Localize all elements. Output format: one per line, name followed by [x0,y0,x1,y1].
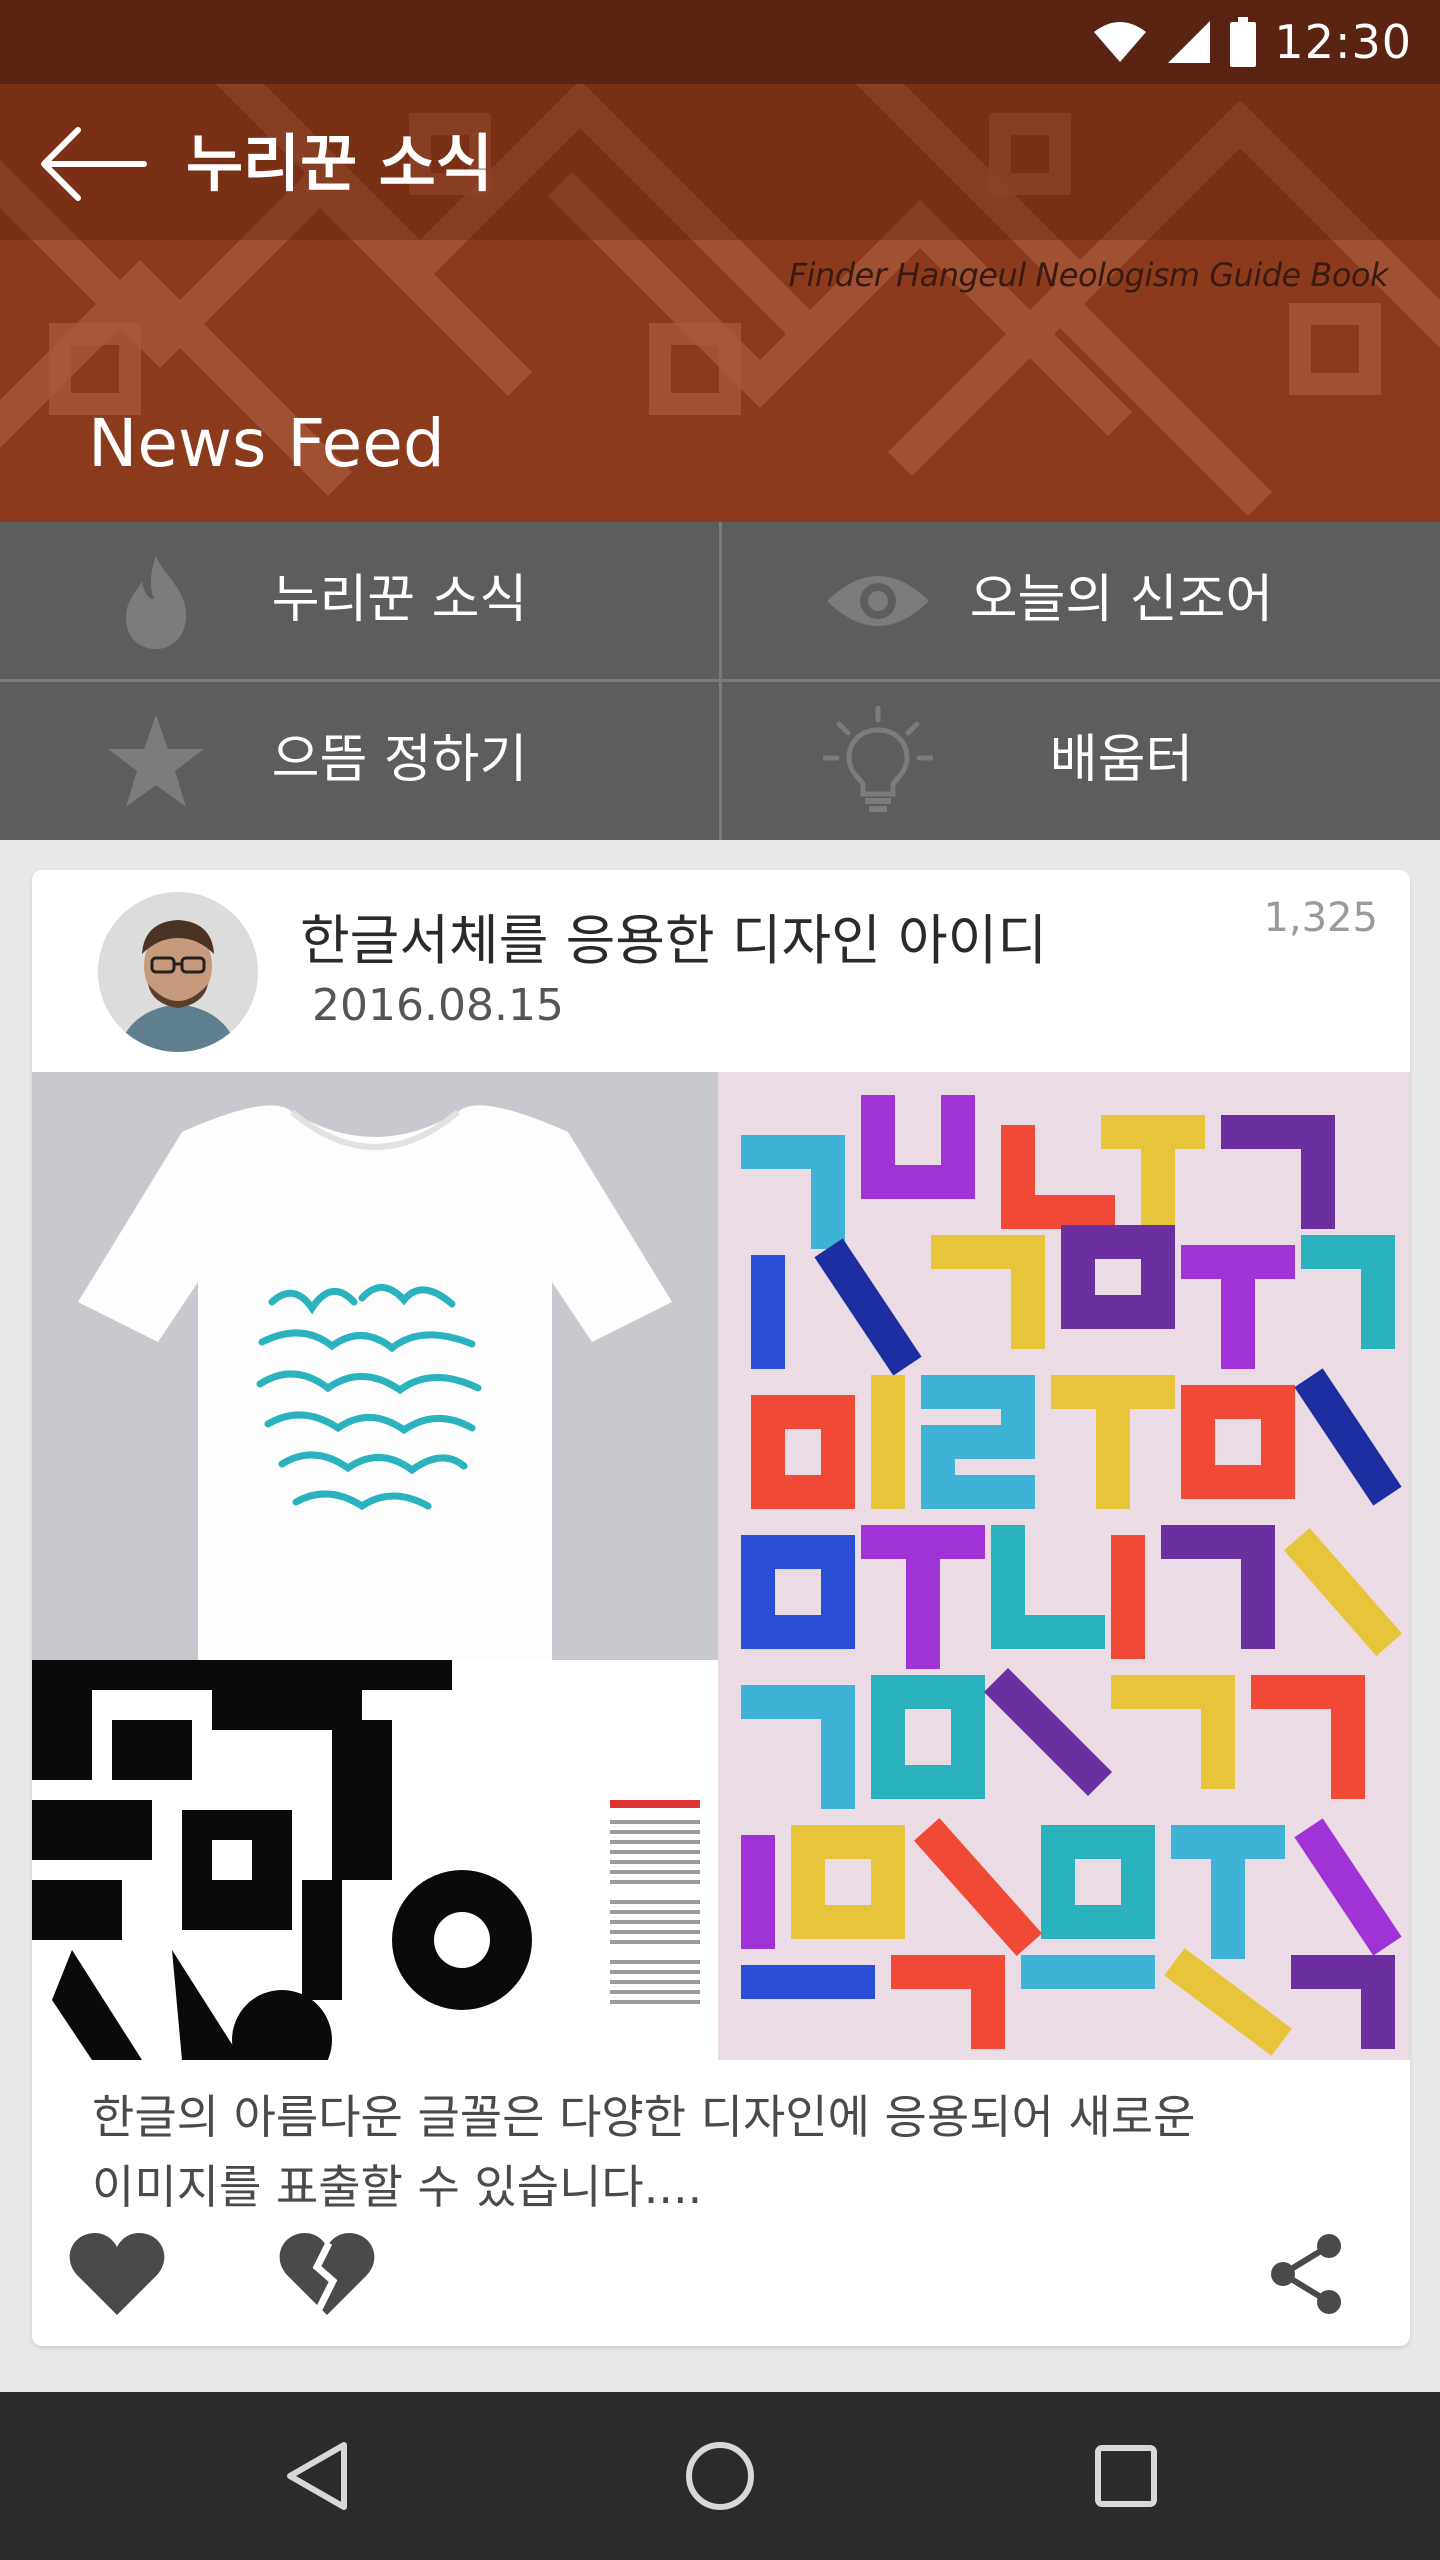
wifi-icon [1094,22,1147,62]
image-collage[interactable] [32,1072,1410,2060]
typography-poster-image[interactable] [718,1072,1410,2060]
status-icons: 12:30 [1092,0,1412,84]
menu-label: 누리꾼 소식 [271,570,528,630]
battery-icon [1230,17,1257,67]
share-icon [1271,2234,1341,2314]
menu-item-vote-best[interactable]: 으뜸 정하기 [0,682,719,839]
back-triangle-icon [287,2442,347,2510]
status-bar: 12:30 [0,0,1440,84]
menu-item-todays-word[interactable]: 오늘의 신조어 [722,522,1440,679]
bw-typography-image[interactable] [32,1660,718,2060]
menu-item-netizen-news[interactable]: 누리꾼 소식 [0,522,719,679]
header-banner: 누리꾼 소식 Finder Hangeul Neologism Guide Bo… [0,84,1440,522]
avatar[interactable] [98,892,258,1052]
like-button[interactable] [62,2224,172,2324]
navigation-bar [0,2392,1440,2560]
menu-item-learning[interactable]: 배움터 [722,682,1440,839]
post-actions [32,2210,1410,2340]
section-title: News Feed [88,405,445,482]
nav-recents-button[interactable] [1071,2426,1181,2526]
menu-label: 으뜸 정하기 [271,730,528,790]
post-body-line-1: 한글의 아름다운 글꼴은 다양한 디자인에 응용되어 새로운 [92,2090,1196,2144]
nav-back-button[interactable] [262,2426,372,2526]
post-body: 한글의 아름다운 글꼴은 다양한 디자인에 응용되어 새로운 이미지를 표출할 … [92,2082,1332,2222]
broken-heart-icon [279,2233,375,2315]
toolbar-title: 누리꾼 소식 [186,127,493,200]
home-circle-icon [686,2442,754,2510]
heart-icon [69,2233,165,2315]
signal-icon [1168,21,1211,63]
nav-home-button[interactable] [665,2426,775,2526]
post-date: 2016.08.15 [312,980,564,1031]
screen: 12:30 누리꾼 소식 Finder Hangeul Neologism Gu… [0,0,1440,2560]
toolbar: 누리꾼 소식 [0,84,1440,240]
status-time: 12:30 [1274,15,1412,69]
back-arrow-button[interactable] [38,122,158,206]
back-arrow-icon [41,127,147,201]
tshirt-image[interactable] [32,1072,718,1660]
menu-divider-horizontal [0,679,1440,682]
dislike-button[interactable] [272,2224,382,2324]
guide-book-caption: Finder Hangeul Neologism Guide Book [788,256,1389,294]
post-card[interactable]: 한글서체를 응용한 디자인 아이디 2016.08.15 1,325 한글의 아… [32,870,1410,2346]
menu-label: 오늘의 신조어 [969,570,1274,630]
view-count: 1,325 [1263,895,1378,941]
share-button[interactable] [1252,2224,1362,2324]
menu-label: 배움터 [1049,730,1194,790]
menu-grid: 누리꾼 소식 오늘의 신조어 으뜸 정하기 배움터 [0,522,1440,840]
post-title[interactable]: 한글서체를 응용한 디자인 아이디 [300,906,1047,976]
recents-square-icon [1095,2445,1157,2507]
